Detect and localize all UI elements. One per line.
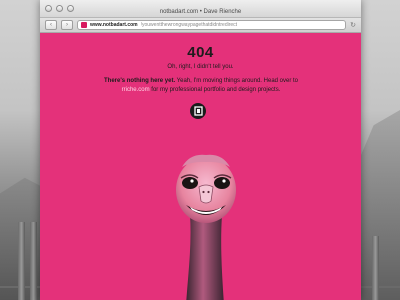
reload-icon[interactable]: ↻ <box>350 21 356 29</box>
ostrich-beak <box>198 184 214 204</box>
fence-post <box>30 222 37 300</box>
error-subheading: Oh, right, I didn't tell you. <box>167 64 234 70</box>
chevron-left-icon: ‹ <box>50 22 52 28</box>
error-message: There's nothing here yet. Yeah, I'm movi… <box>96 77 306 94</box>
error-message-text: Yeah, I'm moving things around. Head ove… <box>175 78 298 84</box>
url-path: /youwentthewrongwaypagethatdidntredirect <box>140 22 238 28</box>
ostrich-neck <box>186 215 224 300</box>
ostrich-nostril-left <box>202 190 205 194</box>
ostrich-right-eye <box>214 177 230 189</box>
address-bar[interactable]: www.notbadart.com /youwentthewrongwaypag… <box>77 20 347 30</box>
browser-window: notbadart.com • Dave Rienche ‹ › www.not… <box>40 0 361 300</box>
error-heading: 404 <box>187 44 214 61</box>
browser-toolbar: ‹ › www.notbadart.com /youwentthewrongwa… <box>40 18 361 33</box>
close-window-button[interactable] <box>45 5 52 12</box>
ostrich-left-eye-shine <box>190 179 194 183</box>
url-host: www.notbadart.com <box>90 22 138 28</box>
ostrich-illustration <box>176 154 236 300</box>
brand-logo-icon[interactable] <box>190 103 206 119</box>
fence-post <box>372 236 379 300</box>
page-content: 404 Oh, right, I didn't tell you. There'… <box>40 33 361 300</box>
ostrich-right-eye-shine <box>222 179 226 183</box>
brand-logo-glyph <box>193 106 203 116</box>
error-message-bold: There's nothing here yet. <box>104 78 176 84</box>
ostrich-nostril-right <box>207 190 210 194</box>
window-controls <box>45 5 74 12</box>
zoom-window-button[interactable] <box>67 5 74 12</box>
back-button[interactable]: ‹ <box>45 20 57 30</box>
minimize-window-button[interactable] <box>56 5 63 12</box>
favicon-icon <box>81 22 87 28</box>
portfolio-link[interactable]: rriche.com <box>122 87 150 93</box>
title-bar: notbadart.com • Dave Rienche <box>40 0 361 18</box>
error-message-text-end: for my professional portfolio and design… <box>149 86 281 93</box>
ostrich-left-eye <box>182 177 198 189</box>
chevron-right-icon: › <box>66 22 68 28</box>
window-title: notbadart.com • Dave Rienche <box>159 9 242 15</box>
fence-post <box>18 222 25 300</box>
forward-button[interactable]: › <box>61 20 73 30</box>
